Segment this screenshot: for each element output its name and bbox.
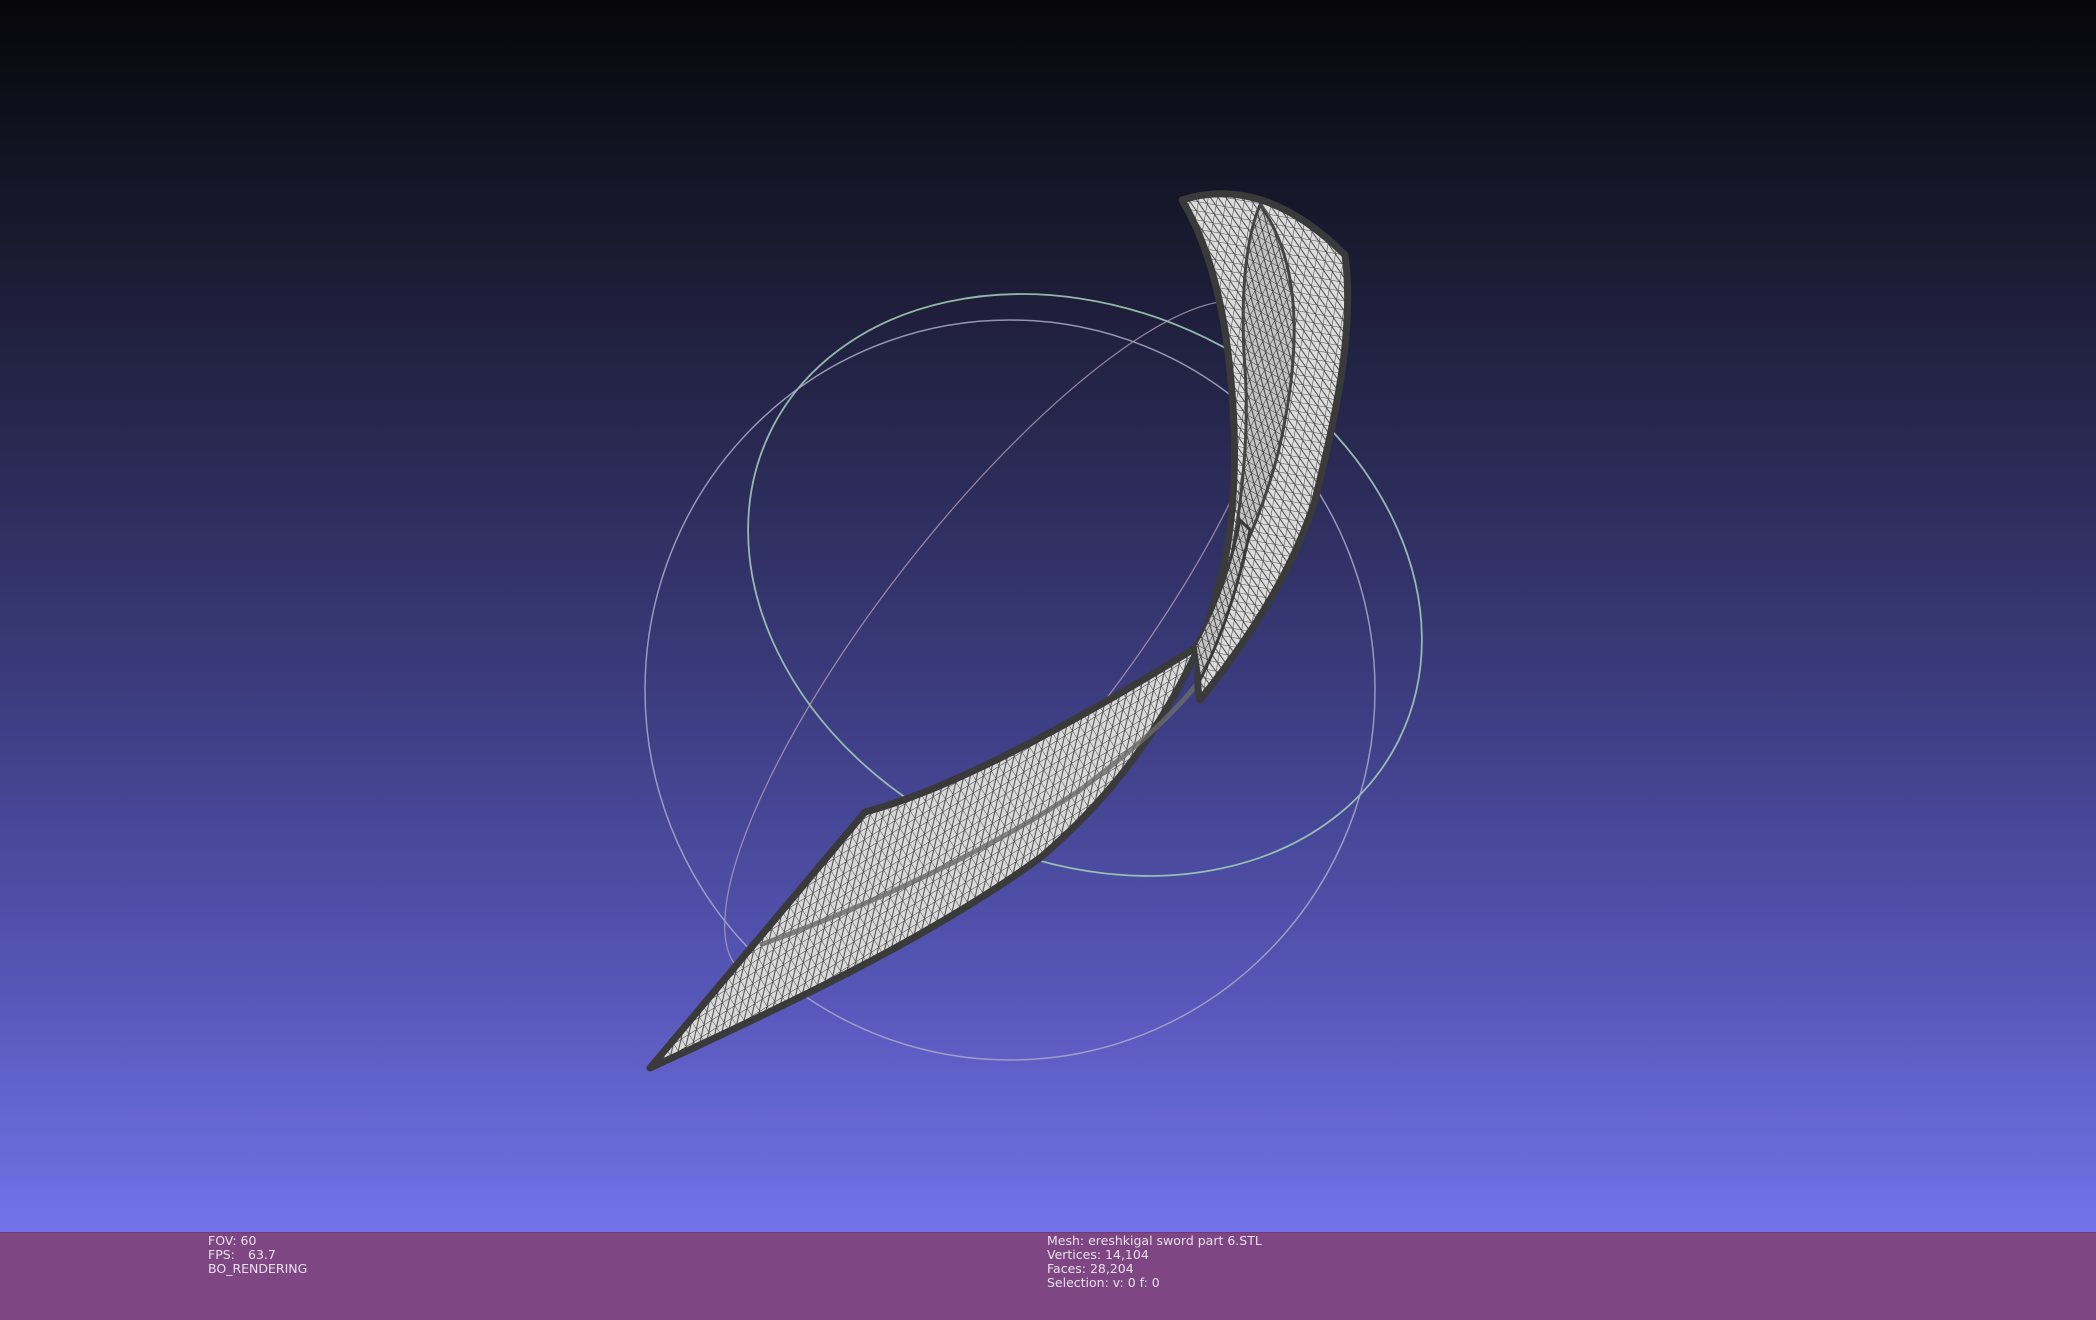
mesh-name-readout: Mesh: ereshkigal sword part 6.STL — [1047, 1233, 1262, 1248]
scene-canvas[interactable] — [0, 0, 2096, 1232]
selection-readout: Selection: v: 0 f: 0 — [1047, 1275, 1160, 1290]
trackball-ring-horizontal[interactable] — [650, 184, 1520, 985]
fps-readout: FPS: 63.7 — [208, 1248, 307, 1262]
mesh-model[interactable] — [646, 190, 1352, 1072]
vertices-readout: Vertices: 14,104 — [1047, 1247, 1149, 1262]
fps-label: FPS: — [208, 1247, 235, 1262]
fps-value: 63.7 — [248, 1247, 276, 1262]
faces-readout: Faces: 28,204 — [1047, 1261, 1134, 1276]
fov-readout: FOV: 60 — [208, 1233, 257, 1248]
mesh-lower-blade[interactable] — [646, 641, 1204, 1072]
mesh-info: Mesh: ereshkigal sword part 6.STL Vertic… — [1047, 1234, 1262, 1290]
render-mode-readout: BO_RENDERING — [208, 1261, 308, 1276]
render-info: FOV: 60 FPS: 63.7 BO_RENDERING — [208, 1234, 307, 1276]
3d-viewport[interactable]: FOV: 60 FPS: 63.7 BO_RENDERING Mesh: eres… — [0, 0, 2096, 1320]
status-bar: FOV: 60 FPS: 63.7 BO_RENDERING Mesh: eres… — [0, 1232, 2096, 1320]
